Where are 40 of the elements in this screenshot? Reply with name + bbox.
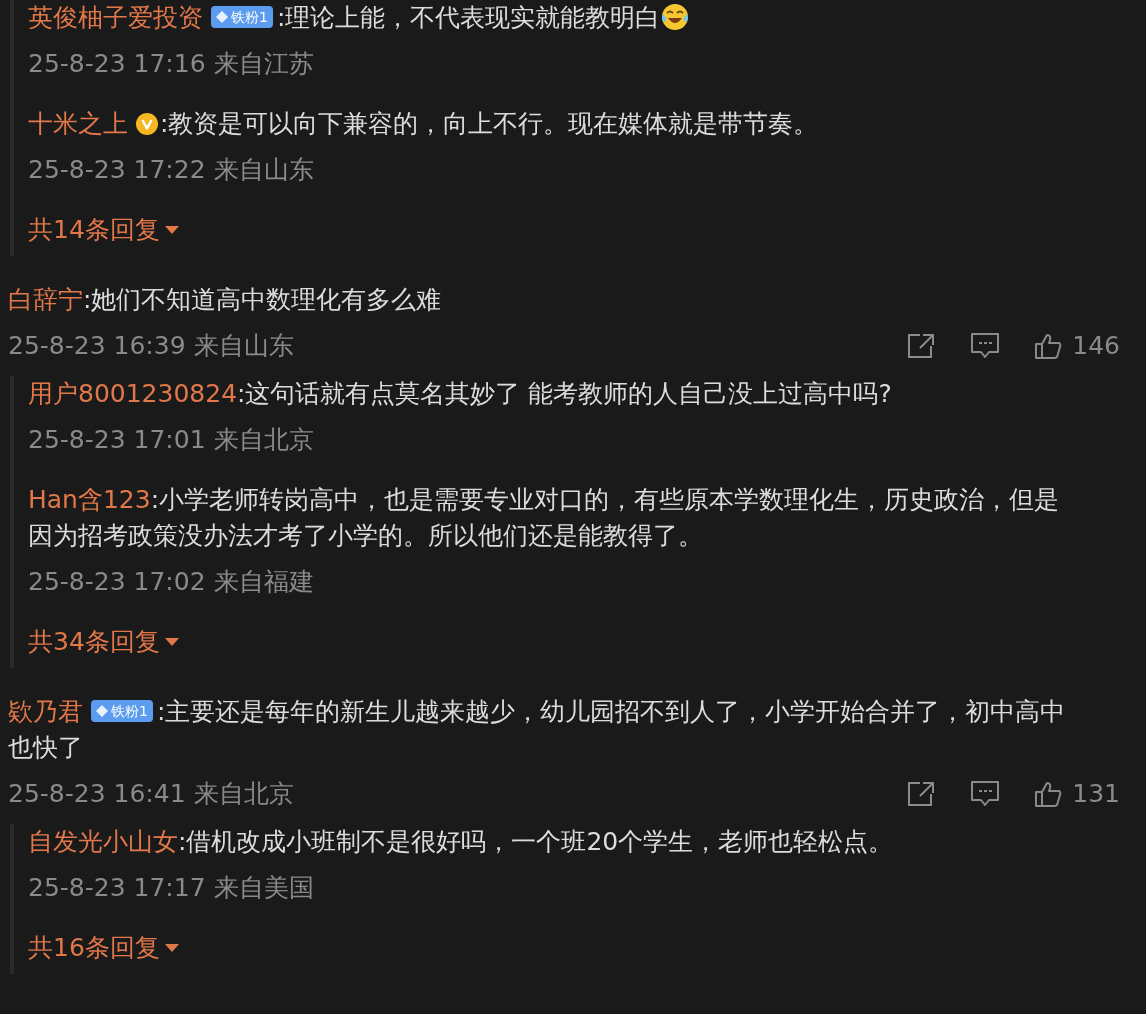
thumbs-up-icon[interactable]	[1034, 780, 1063, 808]
caret-icon	[163, 225, 180, 235]
comment-text: 十米之上 :教资是可以向下兼容的，向上不行。现在媒体就是带节奏。	[28, 108, 820, 140]
user-name[interactable]: Han含123	[28, 485, 151, 514]
comment-text: 英俊柚子爱投资 铁粉1 :理论上能，不代表现实就能教明白	[28, 0, 1074, 36]
caret-icon	[163, 943, 180, 953]
like-count: 146	[1072, 331, 1120, 361]
timestamp: 25-8-23 16:41 来自北京	[8, 778, 294, 810]
caret-icon	[163, 637, 180, 647]
timestamp: 25-8-23 17:02 来自福建	[28, 566, 314, 598]
timestamp: 25-8-23 16:39 来自山东	[8, 330, 294, 362]
verified-icon	[136, 113, 158, 135]
user-name[interactable]: 用户8001230824	[28, 379, 238, 408]
user-name[interactable]: 白辞宁	[8, 285, 83, 314]
more-replies-link[interactable]: 共16条回复	[28, 930, 180, 966]
comment-text: 用户8001230824:这句话就有点莫名其妙了 能考教师的人自己没上过高中吗?	[28, 378, 893, 410]
comment-icon[interactable]	[970, 332, 1001, 360]
timestamp: 25-8-23 17:01 来自北京	[28, 424, 314, 456]
comment-icon[interactable]	[970, 780, 1001, 808]
fan-badge: 铁粉1	[91, 700, 153, 722]
more-replies-link[interactable]: 共14条回复	[28, 212, 180, 248]
timestamp: 25-8-23 17:16 来自江苏	[28, 48, 314, 80]
fan-badge: 铁粉1	[211, 6, 273, 28]
user-name[interactable]: 自发光小山女	[28, 827, 178, 856]
comment-text: 欵乃君 铁粉1 :主要还是每年的新生儿越来越少，幼儿园招不到人了，小学开始合并了，初中高中也快了	[8, 696, 1067, 764]
share-icon[interactable]	[906, 780, 937, 808]
share-icon[interactable]	[906, 332, 937, 360]
diamond-icon	[96, 705, 108, 717]
comment-text: Han含123:小学老师转岗高中，也是需要专业对口的，有些原本学数理化生，历史政治，但是因为招考政策没办法才考了小学的。所以他们还是能教得了。	[28, 484, 1061, 552]
like-count: 131	[1072, 779, 1120, 809]
timestamp: 25-8-23 17:22 来自山东	[28, 154, 314, 186]
diamond-icon	[216, 11, 228, 23]
more-replies-link[interactable]: 共34条回复	[28, 624, 180, 660]
comment-text: 白辞宁:她们不知道高中数理化有多么难	[8, 284, 443, 316]
thumbs-up-icon[interactable]	[1034, 332, 1063, 360]
user-name[interactable]: 十米之上	[28, 109, 128, 138]
user-name[interactable]: 英俊柚子爱投资	[28, 3, 203, 32]
user-name[interactable]: 欵乃君	[8, 697, 83, 726]
comment-text: 自发光小山女:借机改成小班制不是很好吗，一个班20个学生，老师也轻松点。	[28, 826, 895, 858]
timestamp: 25-8-23 17:17 来自美国	[28, 872, 314, 904]
